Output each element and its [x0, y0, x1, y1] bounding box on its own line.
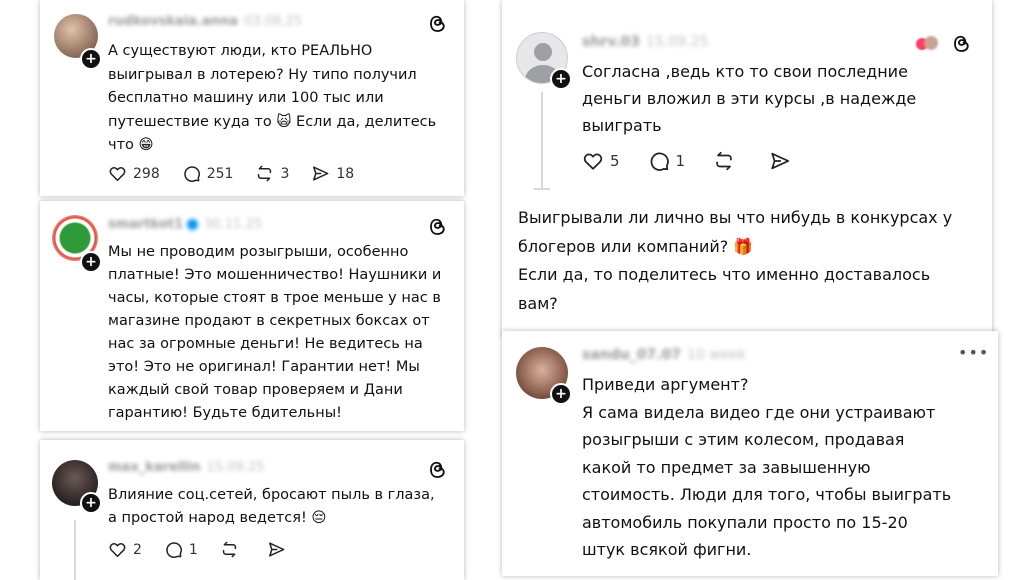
threads-logo-icon — [428, 217, 448, 237]
comment-icon — [164, 540, 183, 559]
reaction-avatar — [924, 36, 938, 50]
like-button[interactable]: 5 — [582, 150, 620, 172]
repost-button[interactable] — [220, 540, 245, 559]
post-text: Влияние соц.сетей, бросают пыль в глаза,… — [108, 487, 435, 526]
share-button[interactable]: 18 — [311, 164, 354, 183]
follow-plus-icon[interactable]: + — [80, 492, 102, 514]
threads-logo-icon — [428, 14, 448, 34]
like-button[interactable]: 298 — [108, 164, 160, 183]
reaction-avatars — [916, 36, 938, 50]
username[interactable]: sandu_07.07 10 week — [582, 347, 746, 363]
like-button[interactable]: 2 — [108, 540, 142, 559]
post-text: А существуют люди, кто РЕАЛЬНО выигрывал… — [108, 43, 437, 153]
heart-icon — [582, 150, 604, 172]
repost-icon — [220, 540, 239, 559]
post-text: Приведи аргумент? Я сама видела видео гд… — [582, 375, 952, 559]
more-icon[interactable]: ••• — [958, 343, 989, 362]
share-icon — [311, 164, 330, 183]
username[interactable]: smartkot1 30.11.25 — [108, 217, 262, 232]
question-text: Выигрывали ли лично вы что нибудь в конк… — [518, 208, 953, 313]
follow-plus-icon[interactable]: + — [80, 48, 102, 70]
comment-button[interactable]: 1 — [164, 540, 198, 559]
threads-logo-icon — [428, 460, 448, 480]
heart-icon — [108, 164, 127, 183]
default-avatar-head — [534, 43, 552, 61]
repost-icon — [255, 164, 274, 183]
share-button[interactable] — [267, 540, 292, 559]
comment-button[interactable]: 251 — [182, 164, 233, 183]
thread-line-end — [534, 188, 550, 190]
follow-plus-icon[interactable]: + — [550, 68, 572, 90]
repost-icon — [713, 150, 735, 172]
follow-plus-icon[interactable]: + — [80, 251, 102, 273]
comment-icon — [648, 150, 670, 172]
heart-icon — [108, 540, 127, 559]
username[interactable]: shrv.03 15.09.25 — [582, 34, 708, 50]
post-card: + smartkot1 30.11.25 Мы не проводим розыг… — [40, 201, 464, 431]
follow-plus-icon[interactable]: + — [550, 383, 572, 405]
share-icon — [267, 540, 286, 559]
post-card: + max_karellin 15.09.25 Влияние соц.сетей… — [40, 440, 464, 580]
repost-button[interactable] — [713, 150, 741, 172]
threads-logo-icon — [952, 34, 972, 54]
post-card: + shrv.03 15.09.25 Согласна ,ведь кто то … — [502, 0, 992, 336]
post-card: + rudkovskaia.anna 03.08.25 А существуют … — [40, 0, 464, 196]
thread-line — [541, 92, 543, 188]
username[interactable]: rudkovskaia.anna 03.08.25 — [108, 14, 302, 29]
comment-icon — [182, 164, 201, 183]
verified-badge-icon — [187, 219, 199, 230]
repost-button[interactable]: 3 — [255, 164, 289, 183]
post-actions: 5 1 — [582, 150, 819, 172]
post-text: Согласна ,ведь кто то свои последние ден… — [582, 62, 917, 135]
post-text: Мы не проводим розыгрыши, особенно платн… — [108, 244, 442, 421]
post-actions: 298 251 3 18 — [108, 164, 376, 183]
share-icon — [769, 150, 791, 172]
post-actions: 2 1 — [108, 540, 314, 559]
thread-line — [74, 520, 76, 580]
share-button[interactable] — [769, 150, 797, 172]
username[interactable]: max_karellin 15.09.25 — [108, 460, 264, 475]
comment-button[interactable]: 1 — [648, 150, 685, 172]
post-card: + sandu_07.07 10 week ••• Приведи аргумен… — [502, 331, 998, 576]
